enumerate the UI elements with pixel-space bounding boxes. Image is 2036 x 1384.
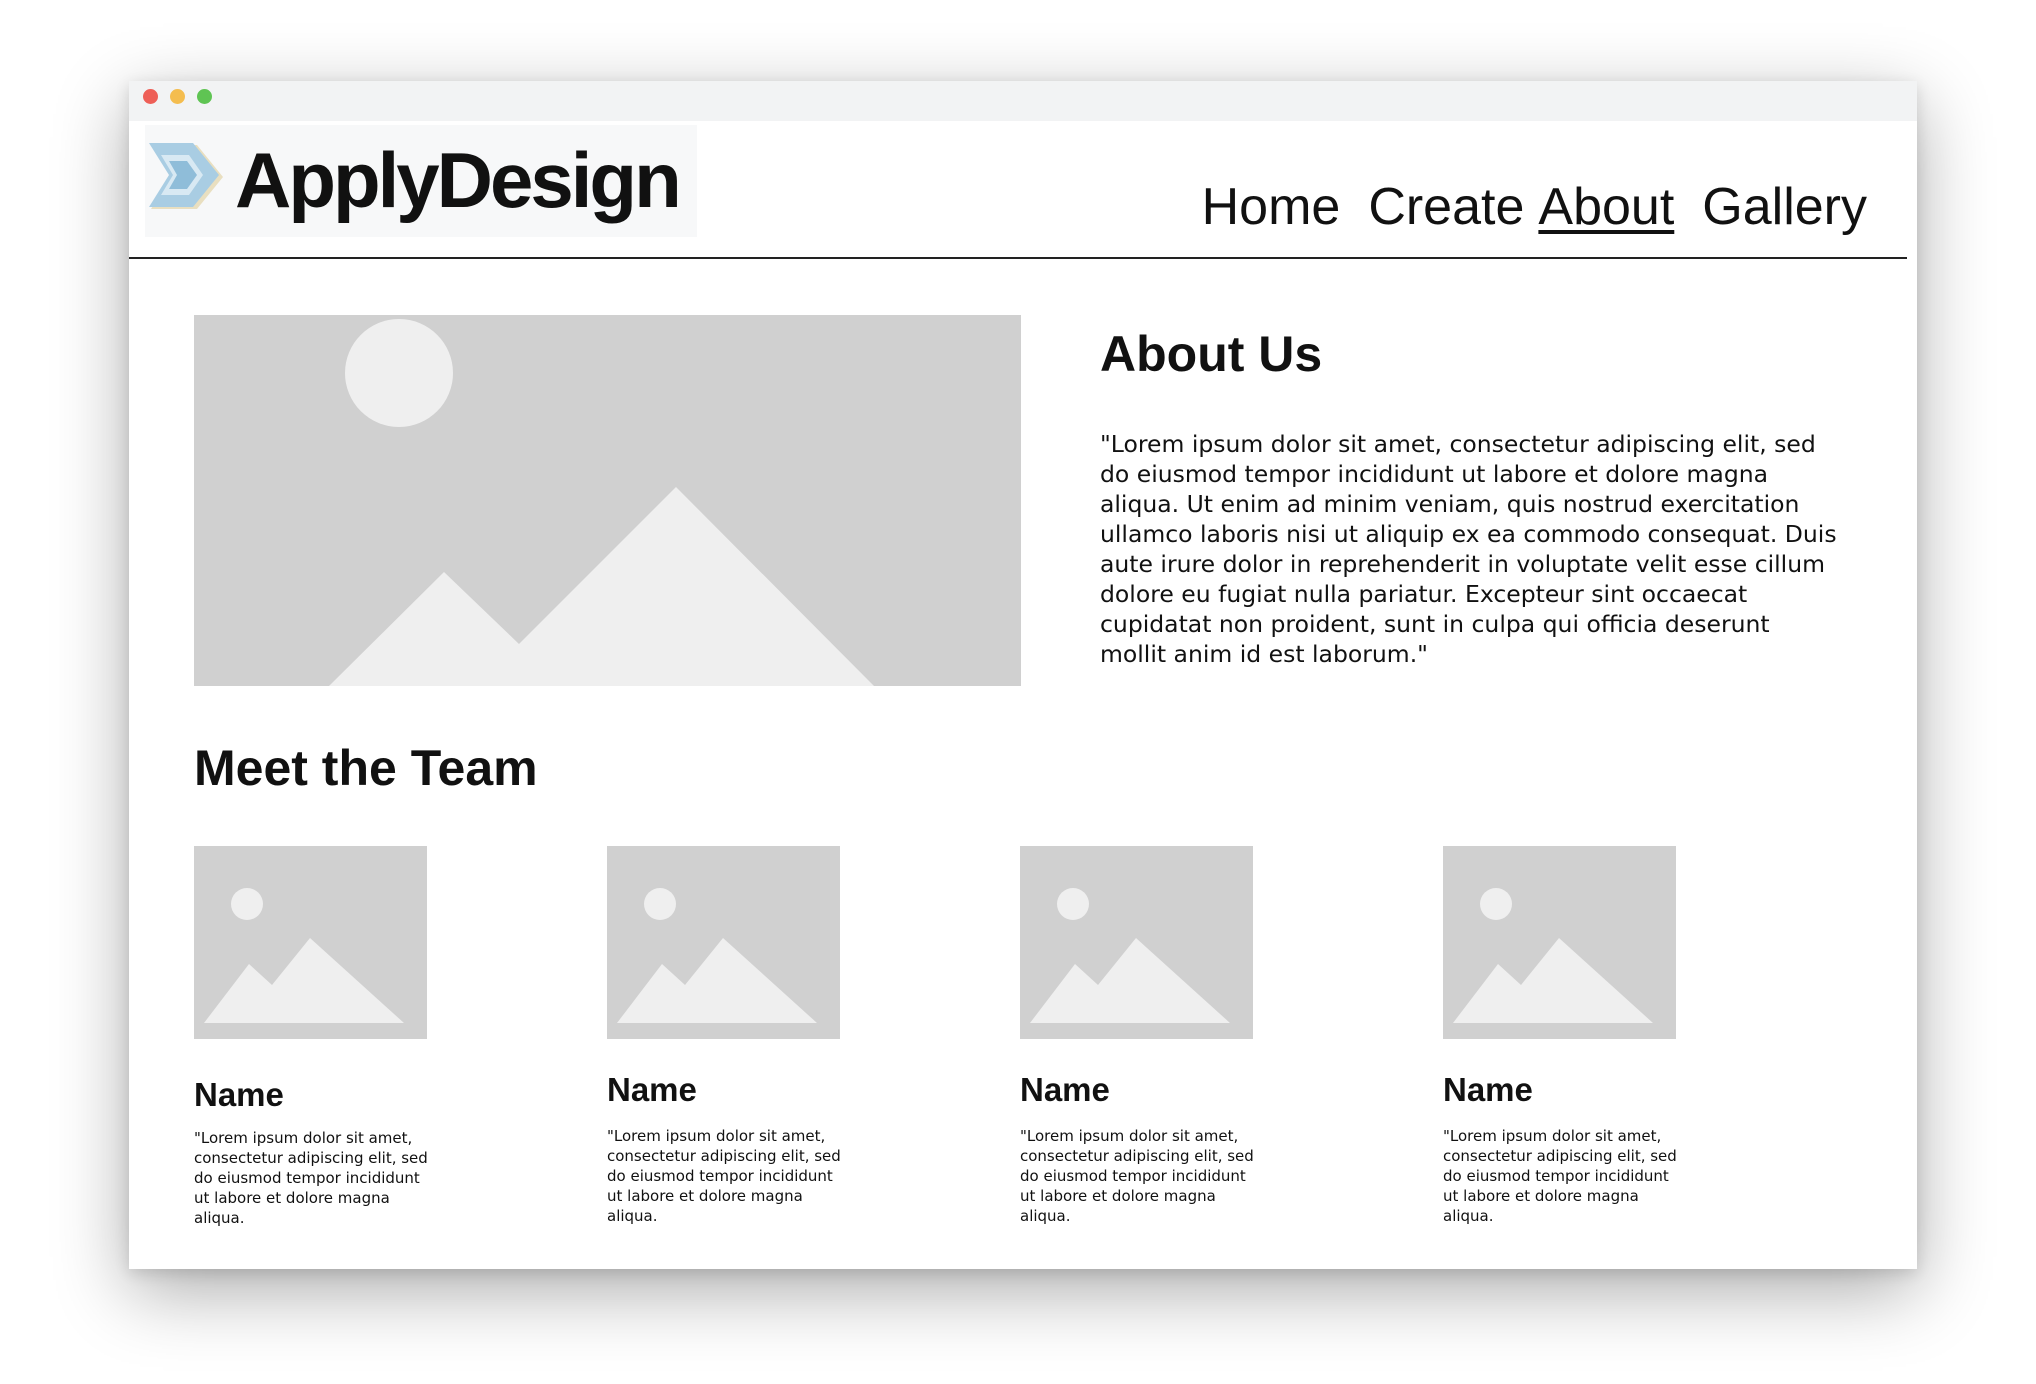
image-placeholder-icon — [1020, 846, 1253, 1039]
member-name: Name — [1020, 1071, 1110, 1108]
minimize-window-button[interactable] — [170, 89, 185, 104]
member-name: Name — [607, 1071, 697, 1108]
image-placeholder-icon — [194, 846, 427, 1039]
member-name: Name — [1443, 1071, 1533, 1108]
main-nav: Home Create About Gallery — [1174, 177, 1867, 237]
nav-about-link[interactable]: About — [1538, 177, 1674, 237]
image-placeholder-icon — [194, 315, 1021, 686]
about-paragraph: "Lorem ipsum dolor sit amet, consectetur… — [1100, 430, 1837, 668]
image-placeholder-icon — [607, 846, 840, 1039]
member-bio: "Lorem ipsum dolor sit amet, consectetur… — [607, 1127, 841, 1225]
close-window-button[interactable] — [143, 89, 158, 104]
nav-gallery-link[interactable]: Gallery — [1702, 177, 1867, 237]
about-heading: About Us — [1100, 326, 1323, 382]
team-member-card: Name "Lorem ipsum dolor sit amet, consec… — [194, 846, 430, 1227]
nav-create-link[interactable]: Create — [1368, 177, 1524, 237]
zoom-window-button[interactable] — [197, 89, 212, 104]
header-divider — [129, 257, 1907, 259]
nav-home-link[interactable]: Home — [1202, 177, 1341, 237]
member-bio: "Lorem ipsum dolor sit amet, consectetur… — [1020, 1127, 1254, 1225]
member-bio: "Lorem ipsum dolor sit amet, consectetur… — [1443, 1127, 1677, 1225]
member-name: Name — [194, 1076, 284, 1113]
browser-window: ApplyDesign Home Create About Gallery Ab… — [129, 81, 1917, 1269]
team-member-card: Name "Lorem ipsum dolor sit amet, consec… — [607, 846, 843, 1225]
team-member-card: Name "Lorem ipsum dolor sit amet, consec… — [1443, 846, 1679, 1225]
page-stage: ApplyDesign Home Create About Gallery Ab… — [0, 0, 2036, 1384]
team-member-card: Name "Lorem ipsum dolor sit amet, consec… — [1020, 846, 1256, 1225]
member-bio: "Lorem ipsum dolor sit amet, consectetur… — [194, 1129, 428, 1227]
window-titlebar — [129, 81, 1917, 121]
site-logo[interactable]: ApplyDesign — [145, 125, 697, 237]
image-placeholder-icon — [1443, 846, 1676, 1039]
chevron-logo-icon — [149, 143, 223, 209]
team-heading: Meet the Team — [194, 740, 538, 796]
logo-wordmark: ApplyDesign — [235, 136, 682, 224]
